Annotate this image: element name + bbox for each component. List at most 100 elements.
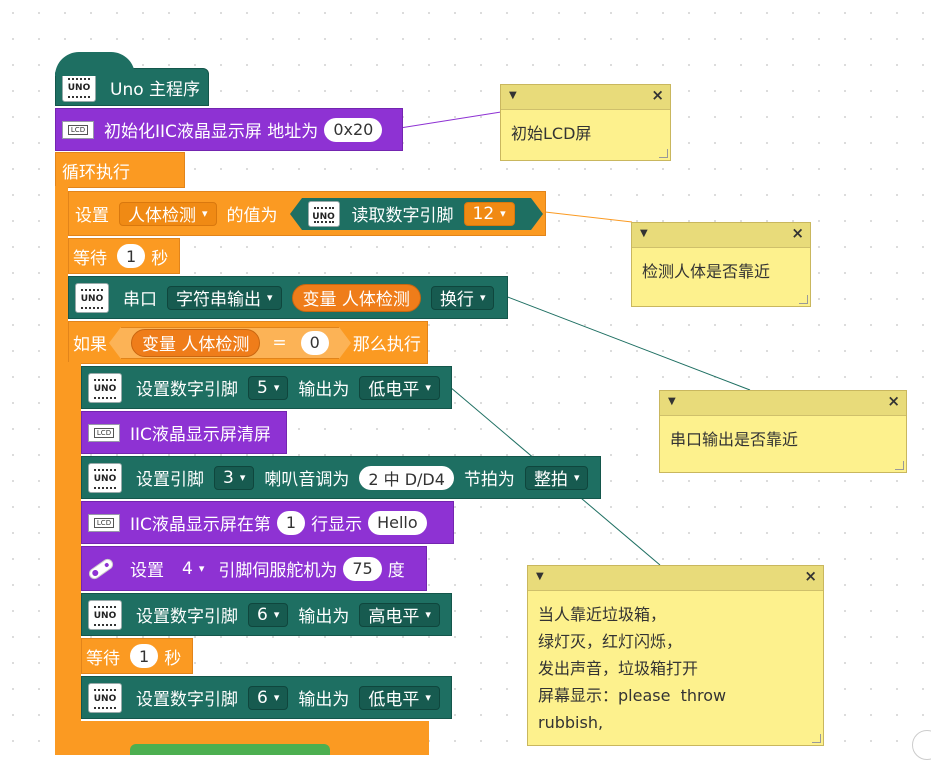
collapse-triangle-icon[interactable]: ▼	[668, 396, 676, 407]
digital-write-label: 设置数字引脚	[136, 607, 238, 627]
lcd-icon: LCD	[88, 423, 120, 442]
level-dropdown[interactable]: 高电平	[359, 602, 440, 627]
comment-header[interactable]: ▼ ×	[632, 223, 810, 248]
wait-seconds-input[interactable]: 1	[117, 244, 146, 268]
set-label: 设置	[75, 206, 109, 226]
read-digital-pin-block[interactable]: UNO 读取数字引脚 12	[289, 197, 543, 230]
close-icon[interactable]: ×	[804, 567, 817, 585]
comment-serial-output[interactable]: ▼ × 串口输出是否靠近	[659, 390, 907, 473]
servo-icon	[88, 558, 114, 579]
value-of-label: 的值为	[226, 206, 278, 226]
servo-pin-dropdown[interactable]: 4	[174, 557, 212, 581]
loop-block[interactable]: 循环执行	[55, 152, 185, 188]
output-as-label: 输出为	[298, 690, 350, 710]
pin-dropdown[interactable]: 6	[248, 685, 289, 710]
compare-condition[interactable]: 变量 人体检测 = 0	[109, 326, 351, 359]
collapse-triangle-icon[interactable]: ▼	[536, 571, 544, 582]
comment-text[interactable]: 当人靠近垃圾箱， 绿灯灭，红灯闪烁， 发出声音，垃圾箱打开 屏幕显示：pleas…	[528, 591, 823, 750]
condition-variable-reporter[interactable]: 变量 人体检测	[131, 328, 261, 357]
resize-handle[interactable]	[659, 149, 668, 158]
comment-header[interactable]: ▼ ×	[528, 566, 823, 591]
hat-cap	[55, 52, 135, 76]
digital-write-block[interactable]: UNO 设置数字引脚 6 输出为 低电平	[81, 676, 452, 719]
row-input[interactable]: 1	[276, 510, 306, 535]
wait-block[interactable]: 等待 1 秒	[68, 238, 180, 274]
close-icon[interactable]: ×	[887, 392, 900, 410]
serial-print-block[interactable]: UNO 串口 字符串输出 变量 人体检测 换行	[68, 276, 508, 319]
uno-board-icon: UNO	[62, 72, 96, 102]
condition-value-input[interactable]: 0	[300, 330, 329, 355]
variable-dropdown[interactable]: 人体检测	[119, 201, 217, 226]
lcd-print-label: IIC液晶显示屏在第	[130, 515, 271, 535]
then-label: 那么执行	[352, 335, 421, 355]
servo-label: 引脚伺服舵机为	[218, 561, 338, 581]
comment-text[interactable]: 串口输出是否靠近	[660, 416, 906, 467]
digital-write-label: 设置数字引脚	[136, 690, 238, 710]
note-input[interactable]: 2 中 D/D4	[359, 465, 454, 490]
servo-set-label: 设置	[130, 561, 164, 581]
uno-board-icon: UNO	[88, 462, 122, 493]
output-as-label: 输出为	[298, 607, 350, 627]
zoom-in-icon[interactable]	[912, 730, 931, 760]
beat-label: 节拍为	[463, 470, 515, 490]
pin-dropdown[interactable]: 5	[248, 375, 289, 400]
level-dropdown[interactable]: 低电平	[359, 685, 440, 710]
servo-angle-input[interactable]: 75	[343, 556, 382, 581]
comment-text[interactable]: 初始LCD屏	[501, 110, 670, 161]
lcd-icon: LCD	[88, 513, 120, 532]
tone-label: 喇叭音调为	[264, 470, 350, 490]
uno-board-icon: UNO	[88, 372, 122, 403]
read-pin-dropdown[interactable]: 12	[463, 201, 515, 226]
uno-board-icon: UNO	[88, 682, 122, 713]
degree-label: 度	[387, 561, 405, 581]
lcd-icon: LCD	[62, 120, 94, 139]
collapse-triangle-icon[interactable]: ▼	[509, 90, 517, 101]
if-label: 如果	[73, 335, 107, 355]
resize-handle[interactable]	[895, 461, 904, 470]
partial-block[interactable]	[130, 744, 330, 755]
resize-handle[interactable]	[799, 295, 808, 304]
set-variable-block[interactable]: 设置 人体检测 的值为 UNO 读取数字引脚 12	[68, 191, 546, 236]
comment-trash-behavior[interactable]: ▼ × 当人靠近垃圾箱， 绿灯灭，红灯闪烁， 发出声音，垃圾箱打开 屏幕显示：p…	[527, 565, 824, 746]
comment-text[interactable]: 检测人体是否靠近	[632, 248, 810, 299]
uno-board-icon: UNO	[88, 599, 122, 630]
uno-board-icon: UNO	[307, 200, 340, 227]
tone-pin-dropdown[interactable]: 3	[214, 465, 255, 490]
comment-lcd-init[interactable]: ▼ × 初始LCD屏	[500, 84, 671, 161]
servo-block[interactable]: 设置 4 引脚伺服舵机为 75 度	[81, 546, 427, 591]
if-block[interactable]: 如果 变量 人体检测 = 0 那么执行	[68, 321, 428, 364]
tone-block[interactable]: UNO 设置引脚 3 喇叭音调为 2 中 D/D4 节拍为 整拍	[81, 456, 601, 499]
resize-handle[interactable]	[812, 734, 821, 743]
lcd-clear-label: IIC液晶显示屏清屏	[130, 425, 271, 445]
comment-header[interactable]: ▼ ×	[660, 391, 906, 416]
beat-dropdown[interactable]: 整拍	[524, 465, 589, 490]
comment-detect-human[interactable]: ▼ × 检测人体是否靠近	[631, 222, 811, 307]
close-icon[interactable]: ×	[651, 86, 664, 104]
read-digital-label: 读取数字引脚	[351, 206, 454, 226]
output-as-label: 输出为	[298, 380, 350, 400]
comment-header[interactable]: ▼ ×	[501, 85, 670, 110]
display-text-input[interactable]: Hello	[368, 510, 427, 535]
digital-write-block[interactable]: UNO 设置数字引脚 5 输出为 低电平	[81, 366, 452, 409]
serial-label: 串口	[123, 290, 157, 310]
lcd-print-block[interactable]: LCD IIC液晶显示屏在第 1 行显示 Hello	[81, 501, 454, 544]
digital-write-block[interactable]: UNO 设置数字引脚 6 输出为 高电平	[81, 593, 452, 636]
if-arm	[68, 362, 81, 755]
collapse-triangle-icon[interactable]: ▼	[640, 228, 648, 239]
lcd-address-input[interactable]: 0x20	[324, 117, 383, 142]
wait-seconds-input[interactable]: 1	[130, 644, 159, 668]
pin-dropdown[interactable]: 6	[248, 602, 289, 627]
lcd-init-block[interactable]: LCD 初始化IIC液晶显示屏 地址为 0x20	[55, 108, 403, 151]
uno-board-icon: UNO	[75, 282, 109, 313]
close-icon[interactable]: ×	[791, 224, 804, 242]
loop-label: 循环执行	[62, 162, 130, 183]
main-program-label: Uno 主程序	[110, 79, 201, 100]
serial-variable-reporter[interactable]: 变量 人体检测	[291, 283, 421, 312]
newline-dropdown[interactable]: 换行	[430, 285, 495, 310]
level-dropdown[interactable]: 低电平	[359, 375, 440, 400]
lcd-clear-block[interactable]: LCD IIC液晶显示屏清屏	[81, 411, 287, 454]
equals-operator: =	[272, 332, 287, 353]
serial-mode-dropdown[interactable]: 字符串输出	[167, 285, 282, 310]
wait-block[interactable]: 等待 1 秒	[81, 638, 193, 674]
digital-write-label: 设置数字引脚	[136, 380, 238, 400]
